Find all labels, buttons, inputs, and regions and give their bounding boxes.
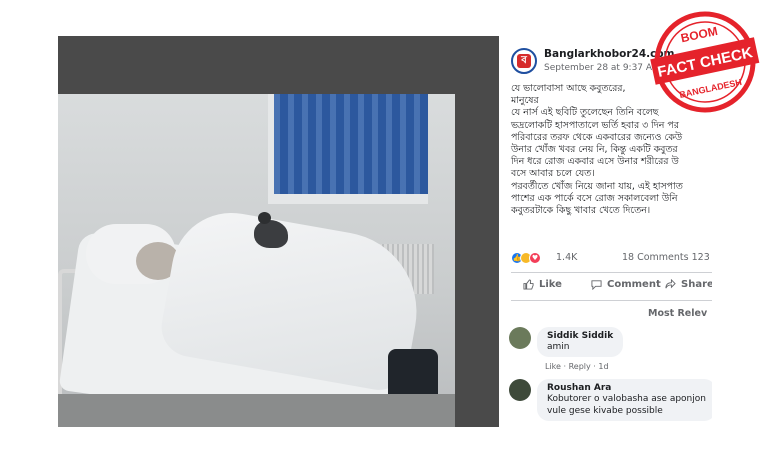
commenter-name[interactable]: Roushan Ara <box>547 383 706 393</box>
comment-text-line: vule gese kivabe possible <box>547 406 663 416</box>
share-label: Share <box>681 279 712 290</box>
post-actions: Like Comment Share <box>511 279 712 297</box>
post-text-line: পরিবারের তরফ থেকে একবারের জন্যেও কেউ <box>511 131 683 143</box>
hospital-photo[interactable] <box>58 94 455 427</box>
post-text-line: উনার খোঁজ খবর নেয় নি, কিন্তু একটি কবুতর <box>511 144 678 156</box>
comment-bubble: Roushan Ara Kobutorer o valobasha ase ap… <box>537 379 712 421</box>
comment-sort-dropdown[interactable]: Most Relev <box>648 308 707 319</box>
post-text-line: কবুতরটাকে কিছু খাবার খেতে দিতেন। <box>511 205 651 217</box>
post-text-line: দিন ধরে রোজ একবার এসে উনার শরীরের উ <box>511 156 679 168</box>
love-reaction-icon: ♥ <box>529 252 541 264</box>
post-text-line: পরবর্তীতে খোঁজ নিয়ে জানা যায়, এই হাসপা… <box>511 180 683 192</box>
photo-window <box>268 94 428 204</box>
photo-pigeon <box>254 220 288 248</box>
share-button[interactable]: Share <box>665 279 712 290</box>
comment-text: amin <box>547 342 570 352</box>
comment-text-line: Kobutorer o valobasha ase aponjon <box>547 394 706 404</box>
comment-bubble: Siddik Siddik amin <box>537 327 624 357</box>
commenter-avatar[interactable] <box>509 327 531 349</box>
divider <box>511 300 712 301</box>
page-avatar[interactable]: ব <box>511 48 537 74</box>
divider <box>511 272 712 273</box>
page-logo-icon: ব <box>517 54 531 68</box>
photo-panel <box>58 36 499 427</box>
reaction-count[interactable]: 1.4K <box>556 252 577 263</box>
thumbs-up-icon <box>523 279 534 290</box>
photo-floor <box>58 394 455 427</box>
post-text-line: পাশের এক পার্কে বসে রোজ সকালবেলা উনি <box>511 192 678 204</box>
reaction-icons[interactable]: 👍 ♥ <box>511 252 541 264</box>
comment-icon <box>591 280 602 290</box>
boom-fact-check-stamp: FACT CHECK BOOM BANGLADESH <box>650 11 760 113</box>
post-text-line: বসে আবার চলে যেত। <box>511 168 595 180</box>
like-label: Like <box>539 279 562 290</box>
photo-pigeon-head <box>258 212 271 224</box>
like-button[interactable]: Like <box>523 279 562 290</box>
comment-item: Siddik Siddik amin Like · Reply · 1d <box>509 327 712 371</box>
comment-item: Roushan Ara Kobutorer o valobasha ase ap… <box>509 379 712 427</box>
comment-label: Comment <box>607 279 661 290</box>
share-icon <box>665 279 676 289</box>
reactions-bar: 👍 ♥ 1.4K 18 Comments 123 <box>511 252 711 266</box>
comment-button[interactable]: Comment <box>591 279 661 290</box>
commenter-avatar[interactable] <box>509 379 531 401</box>
commenter-name[interactable]: Siddik Siddik <box>547 331 613 341</box>
comment-meta[interactable]: Like · Reply · 1d <box>545 362 609 371</box>
stamp-bottom-text: BANGLADESH <box>679 77 743 100</box>
comment-count[interactable]: 18 Comments 123 <box>622 252 710 263</box>
